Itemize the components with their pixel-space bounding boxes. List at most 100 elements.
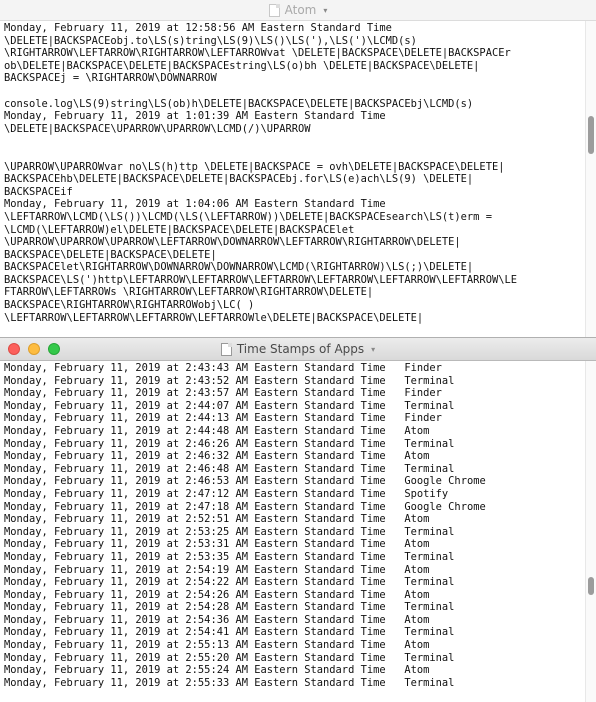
app-name: Finder <box>404 362 442 374</box>
close-button[interactable] <box>8 343 20 355</box>
app-name: Terminal <box>404 437 455 450</box>
text-line: \UPARROW\UPARROW\UPARROW\LEFTARROW\DOWNA… <box>4 236 461 249</box>
timestamp-text: Monday, February 11, 2019 at 2:55:24 AM … <box>4 664 386 677</box>
text-line: FTARROW\LEFTARROWs \RIGHTARROW\LEFTARROW… <box>4 286 374 299</box>
scrollbar-thumb[interactable] <box>588 577 594 595</box>
timestamp-row: Monday, February 11, 2019 at 2:44:07 AM … <box>4 400 586 413</box>
app-name: Google Chrome <box>404 475 486 488</box>
timestamp-row: Monday, February 11, 2019 at 2:54:19 AM … <box>4 564 586 577</box>
app-name: Atom <box>404 664 430 677</box>
timestamp-text: Monday, February 11, 2019 at 2:53:31 AM … <box>4 538 386 551</box>
vertical-scrollbar[interactable] <box>585 21 596 338</box>
text-line: \LEFTARROW\LEFTARROW\LEFTARROW\LEFTARROW… <box>4 311 424 324</box>
text-editor-content[interactable]: Monday, February 11, 2019 at 2:43:43 AM … <box>0 362 586 702</box>
document-icon <box>220 342 232 356</box>
text-line: BACKSPACEj = \RIGHTARROW\DOWNARROW <box>4 72 217 85</box>
timestamp-row: Monday, February 11, 2019 at 2:54:26 AM … <box>4 589 586 602</box>
timestamp-text: Monday, February 11, 2019 at 2:54:41 AM … <box>4 626 386 639</box>
text-line: \DELETE|BACKSPACEobj.to\LS(s)tring\LS(9)… <box>4 34 417 47</box>
text-line: Monday, February 11, 2019 at 1:04:06 AM … <box>4 198 386 211</box>
timestamp-row: Monday, February 11, 2019 at 2:44:13 AM … <box>4 412 586 425</box>
app-name: Atom <box>404 563 430 576</box>
timestamp-row: Monday, February 11, 2019 at 2:54:28 AM … <box>4 601 586 614</box>
text-line: \LCMD(\LEFTARROW)el\DELETE|BACKSPACE\DEL… <box>4 223 355 236</box>
text-line: BACKSPACEif <box>4 185 73 198</box>
vertical-scrollbar[interactable] <box>585 361 596 702</box>
atom-titlebar[interactable]: Atom ▾ <box>0 0 596 21</box>
timestamp-row: Monday, February 11, 2019 at 2:44:48 AM … <box>4 425 586 438</box>
timestamps-window[interactable]: Time Stamps of Apps ▾ Monday, February 1… <box>0 338 596 702</box>
timestamp-text: Monday, February 11, 2019 at 2:46:26 AM … <box>4 437 386 450</box>
app-name: Atom <box>404 513 430 526</box>
app-name: Atom <box>404 450 430 463</box>
timestamp-row: Monday, February 11, 2019 at 2:55:13 AM … <box>4 639 586 652</box>
timestamp-text: Monday, February 11, 2019 at 2:44:07 AM … <box>4 399 386 412</box>
timestamp-text: Monday, February 11, 2019 at 2:43:52 AM … <box>4 374 386 387</box>
app-name: Finder <box>404 387 442 400</box>
text-line: console.log\LS(9)string\LS(ob)h\DELETE|B… <box>4 97 474 110</box>
window-title: Time Stamps of Apps <box>236 342 365 356</box>
text-line: \DELETE|BACKSPACE\UPARROW\UPARROW\LCMD(/… <box>4 122 311 135</box>
timestamp-row: Monday, February 11, 2019 at 2:55:20 AM … <box>4 652 586 665</box>
text-line: BACKSPACE\LS(')http\LEFTARROW\LEFTARROW\… <box>4 273 517 286</box>
text-line: Monday, February 11, 2019 at 12:58:56 AM… <box>4 22 392 34</box>
atom-window[interactable]: Atom ▾ Monday, February 11, 2019 at 12:5… <box>0 0 596 338</box>
text-line: \RIGHTARROW\LEFTARROW\RIGHTARROW\LEFTARR… <box>4 47 511 60</box>
app-name: Terminal <box>404 462 455 475</box>
app-name: Terminal <box>404 399 455 412</box>
app-name: Atom <box>404 639 430 652</box>
timestamp-text: Monday, February 11, 2019 at 2:44:48 AM … <box>4 424 386 437</box>
timestamp-text: Monday, February 11, 2019 at 2:43:43 AM … <box>4 362 386 374</box>
app-name: Terminal <box>404 525 455 538</box>
app-name: Atom <box>404 613 430 626</box>
document-icon <box>268 3 280 17</box>
app-name: Terminal <box>404 550 455 563</box>
timestamp-text: Monday, February 11, 2019 at 2:53:35 AM … <box>4 550 386 563</box>
timestamp-text: Monday, February 11, 2019 at 2:54:19 AM … <box>4 563 386 576</box>
timestamp-row: Monday, February 11, 2019 at 2:47:18 AM … <box>4 501 586 514</box>
timestamp-row: Monday, February 11, 2019 at 2:53:35 AM … <box>4 551 586 564</box>
timestamp-text: Monday, February 11, 2019 at 2:43:57 AM … <box>4 387 386 400</box>
timestamp-text: Monday, February 11, 2019 at 2:54:26 AM … <box>4 588 386 601</box>
timestamp-row: Monday, February 11, 2019 at 2:55:33 AM … <box>4 677 586 690</box>
app-name: Atom <box>404 538 430 551</box>
timestamp-text: Monday, February 11, 2019 at 2:55:13 AM … <box>4 639 386 652</box>
text-line: \LEFTARROW\LCMD(\LS())\LCMD(\LS(\LEFTARR… <box>4 210 492 223</box>
timestamp-row: Monday, February 11, 2019 at 2:53:31 AM … <box>4 538 586 551</box>
app-name: Google Chrome <box>404 500 486 513</box>
text-line <box>4 135 586 148</box>
scrollbar-thumb[interactable] <box>588 116 594 154</box>
timestamp-row: Monday, February 11, 2019 at 2:46:48 AM … <box>4 463 586 476</box>
timestamp-row: Monday, February 11, 2019 at 2:43:43 AM … <box>4 362 586 375</box>
window-title: Atom <box>284 3 317 17</box>
timestamp-row: Monday, February 11, 2019 at 2:53:25 AM … <box>4 526 586 539</box>
chevron-down-icon[interactable]: ▾ <box>371 345 375 354</box>
zoom-button[interactable] <box>48 343 60 355</box>
timestamp-text: Monday, February 11, 2019 at 2:55:33 AM … <box>4 676 386 689</box>
timestamp-text: Monday, February 11, 2019 at 2:54:36 AM … <box>4 613 386 626</box>
timestamp-row: Monday, February 11, 2019 at 2:52:51 AM … <box>4 513 586 526</box>
timestamp-text: Monday, February 11, 2019 at 2:53:25 AM … <box>4 525 386 538</box>
timestamp-text: Monday, February 11, 2019 at 2:52:51 AM … <box>4 513 386 526</box>
chevron-down-icon[interactable]: ▾ <box>323 6 327 15</box>
timestamps-titlebar[interactable]: Time Stamps of Apps ▾ <box>0 338 596 361</box>
timestamp-text: Monday, February 11, 2019 at 2:47:12 AM … <box>4 487 386 500</box>
minimize-button[interactable] <box>28 343 40 355</box>
app-name: Finder <box>404 412 442 425</box>
text-line: BACKSPACElet\RIGHTARROW\DOWNARROW\DOWNAR… <box>4 261 474 274</box>
text-editor-content[interactable]: Monday, February 11, 2019 at 12:58:56 AM… <box>0 22 586 338</box>
timestamp-text: Monday, February 11, 2019 at 2:54:28 AM … <box>4 601 386 614</box>
timestamp-text: Monday, February 11, 2019 at 2:47:18 AM … <box>4 500 386 513</box>
timestamp-row: Monday, February 11, 2019 at 2:43:52 AM … <box>4 375 586 388</box>
timestamp-row: Monday, February 11, 2019 at 2:47:12 AM … <box>4 488 586 501</box>
timestamp-text: Monday, February 11, 2019 at 2:46:48 AM … <box>4 462 386 475</box>
text-line: BACKSPACEhb\DELETE|BACKSPACE\DELETE|BACK… <box>4 173 474 186</box>
app-name: Terminal <box>404 576 455 589</box>
timestamp-text: Monday, February 11, 2019 at 2:46:53 AM … <box>4 475 386 488</box>
app-name: Atom <box>404 424 430 437</box>
text-line: Monday, February 11, 2019 at 1:01:39 AM … <box>4 110 386 123</box>
text-line <box>4 148 586 161</box>
timestamp-text: Monday, February 11, 2019 at 2:54:22 AM … <box>4 576 386 589</box>
text-line: \UPARROW\UPARROWvar no\LS(h)ttp \DELETE|… <box>4 160 505 173</box>
app-name: Terminal <box>404 374 455 387</box>
